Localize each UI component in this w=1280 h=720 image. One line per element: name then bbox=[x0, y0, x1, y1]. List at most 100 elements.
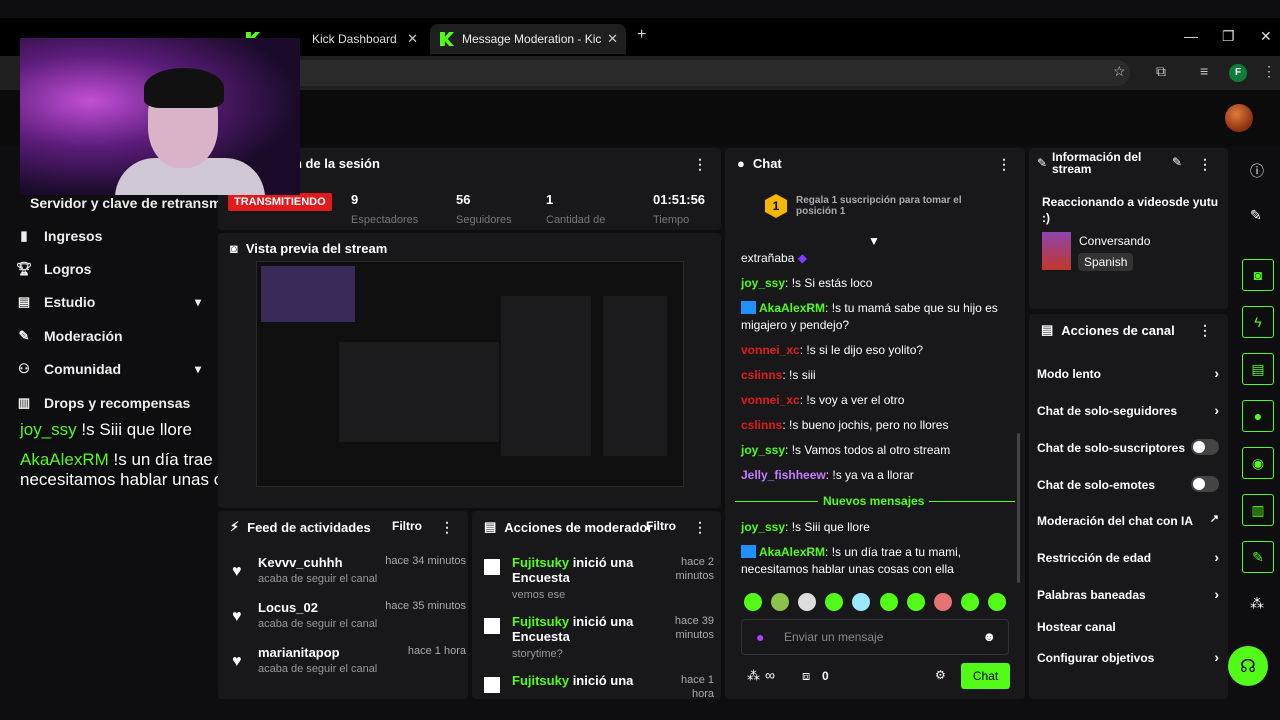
help-headset-button[interactable]: ☊ bbox=[1228, 646, 1268, 686]
chat-user[interactable]: AkaAlexRM bbox=[759, 301, 825, 315]
emote-button[interactable] bbox=[852, 593, 870, 611]
chat-user[interactable]: AkaAlexRM bbox=[759, 545, 825, 559]
minimize-icon[interactable]: — bbox=[1184, 28, 1198, 44]
tab-message-moderation[interactable]: Message Moderation - Kick Das ✕ bbox=[430, 24, 626, 54]
sidebar-item-logros[interactable]: 🏆︎ Logros bbox=[16, 261, 201, 277]
stream-info-panel: ✎ Información del stream ✎ ⋮ Reaccionand… bbox=[1029, 148, 1228, 309]
chat-input[interactable]: ● Enviar un mensaje ☻ bbox=[741, 619, 1009, 655]
settings-gear-icon[interactable]: ⚙ bbox=[935, 668, 946, 682]
action-configure-goals[interactable]: Configurar objetivos › bbox=[1037, 649, 1219, 665]
sidebar-item-ingresos[interactable]: ▮ Ingresos bbox=[16, 228, 201, 244]
chevrons-down-icon[interactable]: ▼ bbox=[868, 234, 880, 248]
emote-button[interactable] bbox=[744, 593, 762, 611]
user-avatar[interactable] bbox=[1225, 104, 1253, 132]
chevron-right-icon: › bbox=[1214, 549, 1219, 565]
sidebar-item-label: Comunidad bbox=[44, 361, 121, 377]
action-age-restriction[interactable]: Restricción de edad › bbox=[1037, 549, 1219, 565]
emote-button[interactable] bbox=[880, 593, 898, 611]
restore-icon[interactable]: ❐ bbox=[1222, 28, 1235, 45]
action-slow-mode[interactable]: Modo lento › bbox=[1037, 365, 1219, 381]
emote-button[interactable] bbox=[988, 593, 1006, 611]
kebab-icon[interactable]: ⋮ bbox=[693, 156, 707, 173]
sidebar-item-moderacion[interactable]: ✎ Moderación bbox=[16, 328, 201, 344]
profile-avatar[interactable]: F bbox=[1229, 64, 1247, 82]
emote-button[interactable] bbox=[934, 593, 952, 611]
sidebar-item-comunidad[interactable]: ⚇ Comunidad ▾ bbox=[16, 361, 201, 377]
connections-icon[interactable]: ⁂ bbox=[1250, 595, 1264, 612]
chat-user[interactable]: joy_ssy bbox=[741, 443, 785, 457]
stat-value: 1 bbox=[546, 192, 554, 207]
chat-user[interactable]: vonnei_xc bbox=[741, 393, 800, 407]
menu-kebab-icon[interactable]: ⋮ bbox=[1262, 63, 1276, 80]
chat-bubble-icon: ● bbox=[737, 156, 745, 171]
emote-button[interactable] bbox=[798, 593, 816, 611]
media-icon[interactable]: ≡ bbox=[1200, 63, 1208, 79]
action-subscribers-only[interactable]: Chat de solo-suscriptores bbox=[1037, 439, 1219, 455]
sidebar-item-drops[interactable]: ▥ Drops y recompensas bbox=[16, 395, 201, 411]
action-emotes-only[interactable]: Chat de solo-emotes bbox=[1037, 476, 1219, 492]
kebab-icon[interactable]: ⋮ bbox=[1198, 322, 1212, 339]
modactions-header: ▤ Acciones de moderador bbox=[484, 519, 652, 535]
lightning-icon[interactable]: ϟ bbox=[1242, 306, 1274, 338]
kebab-icon[interactable]: ⋮ bbox=[440, 519, 454, 536]
chat-user[interactable]: Jelly_fishheew bbox=[741, 468, 826, 482]
stream-preview-video[interactable] bbox=[256, 261, 684, 487]
category-name[interactable]: Conversando bbox=[1079, 234, 1150, 248]
feed-user[interactable]: Kevvv_cuhhh bbox=[258, 555, 343, 570]
category-thumbnail[interactable] bbox=[1042, 232, 1071, 270]
kebab-icon[interactable]: ⋮ bbox=[997, 156, 1011, 173]
sidebar-stream-key[interactable]: Servidor y clave de retransm bbox=[30, 195, 218, 211]
wrench-icon[interactable]: ✎ bbox=[1242, 541, 1274, 573]
chat-scrollbar[interactable] bbox=[1017, 433, 1020, 583]
info-icon[interactable]: ⓘ bbox=[1250, 161, 1264, 181]
activity-filter-button[interactable]: Filtro bbox=[392, 519, 422, 533]
edit-icon[interactable]: ✎ bbox=[1250, 207, 1262, 224]
feed-user[interactable]: marianitapop bbox=[258, 645, 340, 660]
emote-button[interactable] bbox=[825, 593, 843, 611]
modactions-filter-button[interactable]: Filtro bbox=[646, 519, 676, 533]
extensions-icon[interactable]: ⧉ bbox=[1156, 63, 1166, 80]
close-tab-icon[interactable]: ✕ bbox=[407, 31, 418, 47]
chat-icon[interactable]: ● bbox=[1242, 400, 1274, 432]
action-host-channel[interactable]: Hostear canal bbox=[1037, 620, 1219, 634]
toggle-switch bbox=[1191, 476, 1219, 492]
feed-user[interactable]: Locus_02 bbox=[258, 600, 318, 615]
chat-user[interactable]: joy_ssy bbox=[741, 520, 785, 534]
chat-user[interactable]: vonnei_xc bbox=[741, 343, 800, 357]
overlay-chat-user: AkaAlexRM bbox=[20, 450, 109, 469]
url-input[interactable] bbox=[240, 60, 1130, 86]
notes-icon[interactable]: ▤ bbox=[1242, 353, 1274, 385]
language-tag: Spanish bbox=[1078, 253, 1134, 271]
send-chat-button[interactable]: Chat bbox=[961, 663, 1010, 689]
kebab-icon[interactable]: ⋮ bbox=[693, 519, 707, 536]
chat-message: vonnei_xc: !s si le dijo eso yolito? bbox=[741, 342, 1011, 359]
microphone-icon[interactable]: ● bbox=[756, 629, 764, 645]
connections-icon[interactable]: ⁂ bbox=[747, 668, 760, 684]
new-tab-button[interactable]: + bbox=[637, 26, 646, 44]
chat-user[interactable]: cslinns bbox=[741, 418, 782, 432]
kebab-icon[interactable]: ⋮ bbox=[1198, 156, 1212, 173]
emote-button[interactable] bbox=[961, 593, 979, 611]
close-tab-icon[interactable]: ✕ bbox=[607, 31, 618, 47]
broadcast-icon[interactable]: ◉ bbox=[1242, 447, 1274, 479]
close-window-icon[interactable]: ✕ bbox=[1260, 28, 1272, 45]
edit-pencil-icon[interactable]: ✎ bbox=[1172, 155, 1182, 169]
new-messages-label: Nuevos mensajes bbox=[818, 494, 930, 508]
gift-icon[interactable]: ⧈ bbox=[802, 668, 810, 684]
layout-icon[interactable]: ▥ bbox=[1242, 494, 1274, 526]
chat-user[interactable]: cslinns bbox=[741, 368, 782, 382]
sidebar-item-estudio[interactable]: ▤ Estudio ▾ bbox=[16, 294, 201, 310]
emote-button[interactable] bbox=[907, 593, 925, 611]
action-followers-only[interactable]: Chat de solo-seguidores › bbox=[1037, 402, 1219, 418]
emote-button[interactable] bbox=[771, 593, 789, 611]
chat-text: : !s si le dijo eso yolito? bbox=[799, 343, 924, 357]
preview-chat-area bbox=[501, 296, 591, 456]
bookmark-star-icon[interactable]: ☆ bbox=[1113, 63, 1126, 80]
gift-subscription-prompt[interactable]: Regala 1 suscripción para tomar el posic… bbox=[796, 195, 986, 217]
action-banned-words[interactable]: Palabras baneadas › bbox=[1037, 586, 1219, 602]
chat-user[interactable]: joy_ssy bbox=[741, 276, 785, 290]
document-icon: ▤ bbox=[484, 519, 497, 534]
emoji-icon[interactable]: ☻ bbox=[982, 629, 996, 644]
action-ai-moderation[interactable]: Moderación del chat con IA ↗ bbox=[1037, 513, 1219, 528]
camera-icon[interactable]: ◙ bbox=[1242, 259, 1274, 291]
